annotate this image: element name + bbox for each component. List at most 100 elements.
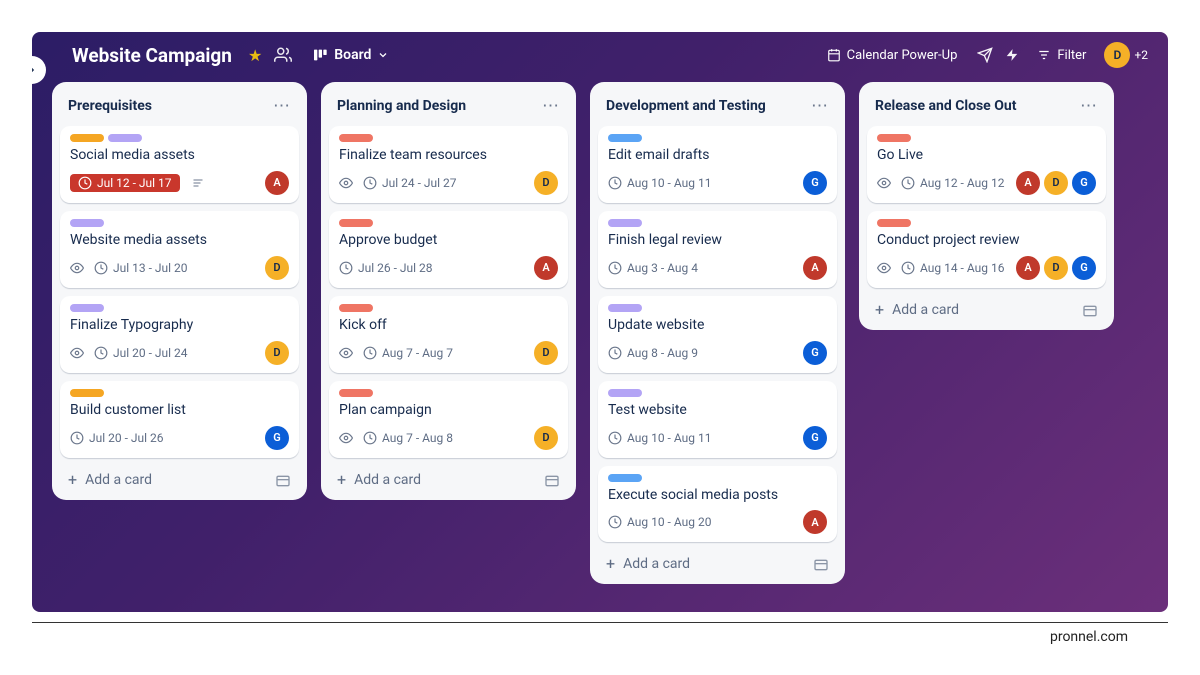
avatar[interactable]: A [265,171,289,195]
label-red[interactable] [339,304,373,312]
list-title[interactable]: Planning and Design [337,98,466,114]
avatar[interactable]: D [534,171,558,195]
members-icon[interactable] [274,46,292,64]
card[interactable]: Execute social media posts Aug 10 - Aug 2… [598,466,837,543]
card[interactable]: Social media assetsJul 12 - Jul 17A [60,126,299,203]
avatar[interactable]: A [803,510,827,534]
avatar[interactable]: D [1044,171,1068,195]
card-members: D [534,171,558,195]
label-orange[interactable] [70,389,104,397]
avatar[interactable]: D [265,341,289,365]
avatar[interactable]: D [1044,256,1068,280]
calendar-powerup-button[interactable]: Calendar Power-Up [819,44,966,67]
avatar[interactable]: D [534,341,558,365]
label-purple[interactable] [70,219,104,227]
clock-icon [901,176,915,190]
filter-label: Filter [1057,48,1086,63]
board-icon [312,47,328,63]
filter-button[interactable]: Filter [1031,44,1092,67]
avatar[interactable]: A [1016,256,1040,280]
label-red[interactable] [877,219,911,227]
card[interactable]: Test websiteAug 10 - Aug 11G [598,381,837,458]
add-card-button[interactable]: +Add a card [60,466,299,490]
clock-icon [608,346,622,360]
avatar[interactable]: D [265,256,289,280]
card[interactable]: Conduct project reviewAug 14 - Aug 16ADG [867,211,1106,288]
card-title: Plan campaign [339,401,558,420]
label-red[interactable] [339,389,373,397]
avatar[interactable]: A [803,256,827,280]
source-attribution: pronnel.com [32,622,1168,645]
avatar[interactable]: D [1104,42,1130,68]
automation-icon[interactable] [1005,48,1019,62]
card-title: Finalize Typography [70,316,289,335]
label-orange[interactable] [70,134,104,142]
template-icon[interactable] [275,473,291,487]
card[interactable]: Finish legal reviewAug 3 - Aug 4A [598,211,837,288]
template-icon[interactable] [544,473,560,487]
card-labels [339,304,558,312]
card[interactable]: Website media assetsJul 13 - Jul 20D [60,211,299,288]
label-blue[interactable] [608,134,642,142]
avatar[interactable]: G [1072,256,1096,280]
list-title[interactable]: Prerequisites [68,98,152,114]
card[interactable]: Kick offAug 7 - Aug 7D [329,296,568,373]
template-icon[interactable] [813,557,829,571]
add-card-button[interactable]: +Add a card [598,550,837,574]
card-members: D [265,341,289,365]
calendar-powerup-label: Calendar Power-Up [847,48,958,63]
label-red[interactable] [877,134,911,142]
list-menu-button[interactable]: ⋯ [273,96,291,116]
send-icon[interactable] [977,47,993,63]
list-menu-button[interactable]: ⋯ [1080,96,1098,116]
avatar[interactable]: D [534,426,558,450]
list-menu-button[interactable]: ⋯ [542,96,560,116]
clock-icon [363,346,377,360]
card[interactable]: Edit email draftsAug 10 - Aug 11G [598,126,837,203]
list-title[interactable]: Release and Close Out [875,98,1016,114]
card[interactable]: Finalize team resourcesJul 24 - Jul 27D [329,126,568,203]
card-labels [877,134,1096,142]
watch-icon [877,261,891,275]
avatar[interactable]: G [803,341,827,365]
avatar[interactable]: G [803,426,827,450]
more-members-count[interactable]: +2 [1134,48,1148,62]
board-view-switcher[interactable]: Board [304,43,397,67]
list-title[interactable]: Development and Testing [606,98,766,114]
label-red[interactable] [339,219,373,227]
clock-icon [339,261,353,275]
add-card-button[interactable]: +Add a card [329,466,568,490]
label-blue[interactable] [608,474,642,482]
board-canvas[interactable]: Prerequisites ⋯ Social media assetsJul 12 … [32,76,1168,612]
date-badge: Aug 10 - Aug 20 [608,515,711,529]
label-purple[interactable] [108,134,142,142]
clock-icon [70,431,84,445]
list-menu-button[interactable]: ⋯ [811,96,829,116]
card-title: Finalize team resources [339,146,558,165]
card-labels [877,219,1096,227]
card-title: Test website [608,401,827,420]
star-icon[interactable]: ★ [248,46,262,65]
avatar[interactable]: A [1016,171,1040,195]
board-title[interactable]: Website Campaign [72,44,232,67]
label-purple[interactable] [70,304,104,312]
label-red[interactable] [339,134,373,142]
card[interactable]: Update websiteAug 8 - Aug 9G [598,296,837,373]
header-members[interactable]: D +2 [1104,42,1148,68]
card[interactable]: Plan campaignAug 7 - Aug 8D [329,381,568,458]
label-purple[interactable] [608,389,642,397]
avatar[interactable]: G [1072,171,1096,195]
label-purple[interactable] [608,304,642,312]
card[interactable]: Build customer listJul 20 - Jul 26G [60,381,299,458]
card[interactable]: Finalize TypographyJul 20 - Jul 24D [60,296,299,373]
card-title: Execute social media posts [608,486,827,505]
template-icon[interactable] [1082,303,1098,317]
label-purple[interactable] [608,219,642,227]
clock-icon [901,261,915,275]
card[interactable]: Approve budgetJul 26 - Jul 28A [329,211,568,288]
avatar[interactable]: G [803,171,827,195]
card[interactable]: Go LiveAug 12 - Aug 12ADG [867,126,1106,203]
avatar[interactable]: A [534,256,558,280]
add-card-button[interactable]: +Add a card [867,296,1106,320]
avatar[interactable]: G [265,426,289,450]
